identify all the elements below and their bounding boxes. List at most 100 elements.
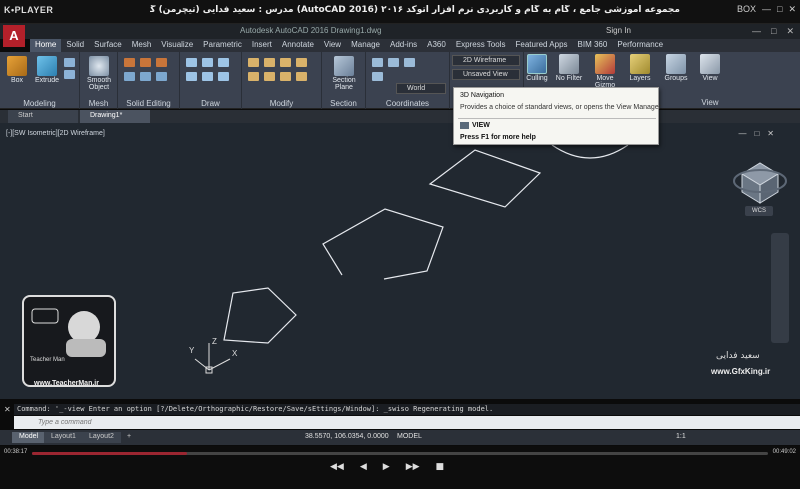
ucs-world-icon[interactable] xyxy=(388,58,399,67)
shape-icon[interactable] xyxy=(64,70,75,79)
tab-surface[interactable]: Surface xyxy=(89,39,127,52)
ucs-origin-icon[interactable] xyxy=(404,58,415,67)
culling-button[interactable]: Culling xyxy=(524,54,550,82)
seek-bar[interactable] xyxy=(32,452,768,455)
shell-icon[interactable] xyxy=(156,72,167,81)
total-time: 00:49:02 xyxy=(772,449,796,455)
visual-style-dropdown[interactable]: 2D Wireframe xyxy=(452,55,520,66)
ucs-view-icon[interactable] xyxy=(372,72,383,81)
previous-button[interactable]: ◀ xyxy=(360,462,367,472)
player-close-button[interactable]: ✕ xyxy=(788,4,796,15)
shape-icon[interactable] xyxy=(64,58,75,67)
named-view-dropdown[interactable]: Unsaved View xyxy=(452,69,520,80)
tab-featured-apps[interactable]: Featured Apps xyxy=(510,39,572,52)
layout-tab-layout1[interactable]: Layout1 xyxy=(44,432,83,443)
ucs-y-label: Y xyxy=(189,346,195,355)
scale-icon[interactable] xyxy=(280,72,291,81)
tab-solid[interactable]: Solid xyxy=(61,39,89,52)
smooth-object-icon xyxy=(89,56,109,76)
tab-a360[interactable]: A360 xyxy=(422,39,451,52)
tab-mesh[interactable]: Mesh xyxy=(127,39,157,52)
play-button[interactable]: ▶ xyxy=(383,462,390,472)
view-command-icon xyxy=(460,122,469,129)
panel-label-mesh[interactable]: Mesh xyxy=(80,99,117,108)
view-button[interactable]: View xyxy=(696,54,724,82)
tab-parametric[interactable]: Parametric xyxy=(198,39,247,52)
player-minimize-button[interactable]: — xyxy=(762,4,771,15)
tab-view[interactable]: View xyxy=(319,39,346,52)
tab-express-tools[interactable]: Express Tools xyxy=(451,39,511,52)
extract-edges-icon[interactable] xyxy=(140,72,151,81)
drawing-area[interactable]: [-][SW Isometric][2D Wireframe] — □ ✕ Y … xyxy=(0,123,800,399)
no-filter-button[interactable]: No Filter xyxy=(553,54,585,82)
panel-label-section[interactable]: Section xyxy=(322,99,365,108)
command-close-icon[interactable]: ✕ xyxy=(4,405,11,414)
sign-in-button[interactable]: Sign In xyxy=(606,26,631,35)
app-close-button[interactable]: ✕ xyxy=(786,26,794,37)
trim-icon[interactable] xyxy=(248,72,259,81)
arc-icon[interactable] xyxy=(218,58,229,67)
model-space-toggle[interactable]: MODEL xyxy=(397,433,422,440)
layout-tab-layout2[interactable]: Layout2 xyxy=(82,432,121,443)
cursor-coordinates[interactable]: 38.5570, 106.0354, 0.0000 xyxy=(305,433,389,440)
tab-annotate[interactable]: Annotate xyxy=(277,39,319,52)
player-box-button[interactable]: BOX xyxy=(737,4,756,15)
panel-label-solid-editing[interactable]: Solid Editing xyxy=(118,99,179,108)
doc-tab-drawing1[interactable]: Drawing1* xyxy=(80,110,150,123)
doc-tab-start[interactable]: Start xyxy=(8,110,78,123)
intersect-icon[interactable] xyxy=(156,58,167,67)
application-menu-button[interactable]: A xyxy=(3,25,25,47)
command-input[interactable] xyxy=(14,416,800,429)
panel-label-draw[interactable]: Draw xyxy=(180,99,241,108)
stop-button[interactable]: ■ xyxy=(436,462,445,472)
tab-add-ins[interactable]: Add-ins xyxy=(385,39,422,52)
section-plane-button[interactable]: Section Plane xyxy=(325,56,363,91)
player-maximize-button[interactable]: □ xyxy=(777,4,782,15)
move-gizmo-button[interactable]: Move Gizmo xyxy=(590,54,620,89)
add-layout-button[interactable]: + xyxy=(120,432,138,443)
polyline-icon[interactable] xyxy=(202,58,213,67)
smooth-object-button[interactable]: Smooth Object xyxy=(82,56,116,91)
circle-icon[interactable] xyxy=(186,72,197,81)
polygon-icon[interactable] xyxy=(218,72,229,81)
app-maximize-button[interactable]: □ xyxy=(771,26,776,37)
extrude-button[interactable]: Extrude xyxy=(32,56,62,84)
layers-button[interactable]: Layers xyxy=(626,54,654,82)
ucs-dropdown[interactable]: World xyxy=(396,83,446,94)
panel-label-modify[interactable]: Modify xyxy=(242,99,321,108)
rectangle-icon[interactable] xyxy=(202,72,213,81)
navigation-bar[interactable] xyxy=(771,233,789,343)
tab-insert[interactable]: Insert xyxy=(247,39,277,52)
annotation-scale[interactable]: 1:1 xyxy=(676,433,686,440)
tab-visualize[interactable]: Visualize xyxy=(156,39,198,52)
tab-bim-360[interactable]: BIM 360 xyxy=(573,39,613,52)
tab-home[interactable]: Home xyxy=(30,39,62,52)
union-icon[interactable] xyxy=(124,58,135,67)
tooltip-divider xyxy=(458,118,656,119)
tab-performance[interactable]: Performance xyxy=(612,39,668,52)
app-minimize-button[interactable]: — xyxy=(752,26,761,37)
groups-button[interactable]: Groups xyxy=(660,54,692,82)
layout-tab-model[interactable]: Model xyxy=(12,432,46,443)
fillet-icon[interactable] xyxy=(264,72,275,81)
array-icon[interactable] xyxy=(296,72,307,81)
rotate-icon[interactable] xyxy=(264,58,275,67)
forward-button[interactable]: ▶▶ xyxy=(406,462,420,472)
fillet-edge-icon[interactable] xyxy=(124,72,135,81)
copy-icon[interactable] xyxy=(280,58,291,67)
app-title: Autodesk AutoCAD 2016 Drawing1.dwg xyxy=(240,26,382,35)
panel-label-coordinates[interactable]: Coordinates xyxy=(366,99,449,108)
box-button[interactable]: Box xyxy=(4,56,30,84)
move-icon[interactable] xyxy=(248,58,259,67)
subtract-icon[interactable] xyxy=(140,58,151,67)
panel-label-view[interactable]: View xyxy=(686,98,734,107)
ucs-icon[interactable] xyxy=(372,58,383,67)
mirror-icon[interactable] xyxy=(296,58,307,67)
wcs-menu[interactable]: WCS xyxy=(745,206,773,216)
rewind-button[interactable]: ◀◀ xyxy=(330,462,344,472)
panel-modeling: Box Extrude Modeling xyxy=(0,52,80,109)
panel-label-modeling[interactable]: Modeling xyxy=(0,99,79,108)
line-icon[interactable] xyxy=(186,58,197,67)
tab-manage[interactable]: Manage xyxy=(346,39,385,52)
playback-controls: ◀◀ ◀ ▶ ▶▶ ■ xyxy=(330,462,444,472)
